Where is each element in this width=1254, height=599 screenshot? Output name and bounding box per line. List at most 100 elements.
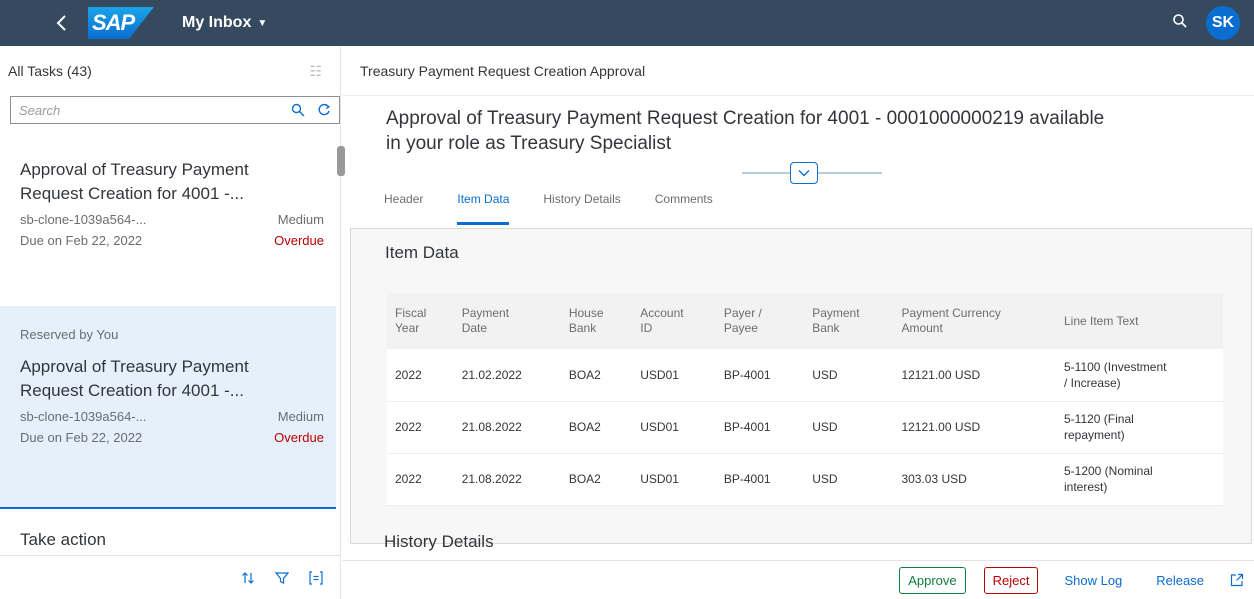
tab-item-data[interactable]: Item Data [457,192,510,225]
cell-account-id: USD01 [632,401,716,454]
task-id: sb-clone-1039a564-... [20,212,147,227]
reserved-label: Reserved by You [20,327,119,342]
master-header: All Tasks (43) ☷ [0,46,340,96]
detail-header: Treasury Payment Request Creation Approv… [342,46,1254,96]
app-title-menu[interactable]: My Inbox ▼ [182,14,267,32]
group-icon[interactable] [309,570,323,585]
list-item-selected[interactable]: Reserved by You Approval of Treasury Pay… [0,306,336,509]
app-title: My Inbox [182,14,252,31]
task-title: Approval of Treasury Payment Request Cre… [20,158,324,206]
column-header: House Bank [560,293,633,349]
search-placeholder: Search [19,102,61,118]
tab-history-details[interactable]: History Details [543,192,620,225]
task-title: Approval of Treasury Payment Request Cre… [20,355,324,403]
task-due-date: Due on Feb 22, 2022 [20,430,143,445]
back-arrow-icon [56,15,66,31]
logo-text: SAP [92,10,135,35]
column-header: Payment Bank [804,293,894,349]
shell-search-button[interactable] [1172,13,1188,34]
sap-logo[interactable]: SAP [88,7,154,39]
search-input[interactable]: Search [10,96,340,124]
take-action-group: Take action [20,530,106,549]
item-data-section: Item Data Fiscal Year Payment Date House Ba… [350,228,1252,544]
cell-payment-date: 21.08.2022 [453,453,561,506]
cell-payer-payee: BP-4001 [715,349,805,402]
cell-amount: 303.03 USD [893,453,1056,506]
show-log-button[interactable]: Show Log [1056,567,1131,593]
cell-fiscal-year: 2022 [387,453,454,506]
cell-line-item-text: 5-1120 (Final repayment) [1055,401,1223,454]
cell-amount: 12121.00 USD [893,349,1056,402]
reject-button[interactable]: Reject [983,566,1039,594]
open-in-new-window-icon[interactable] [1230,573,1244,587]
shell-bar: SAP My Inbox ▼ SK [0,0,1254,46]
item-data-table: Fiscal Year Payment Date House Bank Account… [387,293,1223,506]
search-icon [1173,13,1187,28]
cell-payment-date: 21.08.2022 [453,401,561,454]
table-row[interactable]: 2022 21.08.2022 BOA2 USD01 BP-4001 USD 1… [387,401,1223,454]
task-status: Overdue [274,233,324,248]
master-list: All Tasks (43) ☷ Search Approval of Trea… [0,46,345,599]
release-button[interactable]: Release [1148,567,1212,593]
cell-payment-bank: USD [804,401,894,454]
task-title-line: Approval of Treasury Payment [20,357,249,376]
table-row[interactable]: 2022 21.02.2022 BOA2 USD01 BP-4001 USD 1… [387,349,1223,402]
history-details-title: History Details [384,532,494,551]
cell-fiscal-year: 2022 [387,349,454,402]
object-title-line: in your role as Treasury Specialist [386,133,672,154]
filter-icon[interactable] [275,571,289,585]
task-priority: Medium [277,409,324,424]
tab-comments[interactable]: Comments [655,192,713,225]
task-due-date: Due on Feb 22, 2022 [20,233,143,248]
sort-icon[interactable] [241,571,255,585]
cell-payment-bank: USD [804,349,894,402]
list-settings-icon[interactable]: ☷ [309,63,322,80]
table-row[interactable]: 2022 21.08.2022 BOA2 USD01 BP-4001 USD 3… [387,453,1223,506]
cell-line-item-text: 5-1200 (Nominal interest) [1055,453,1223,506]
cell-payment-date: 21.02.2022 [453,349,561,402]
cell-fiscal-year: 2022 [387,401,454,454]
column-header: Fiscal Year [387,293,454,349]
cell-payer-payee: BP-4001 [715,401,805,454]
tab-bar: Header Item Data History Details Comment… [384,192,713,225]
back-button[interactable] [42,0,82,46]
table-header-row: Fiscal Year Payment Date House Bank Account… [387,293,1223,349]
refresh-icon[interactable] [317,103,331,117]
master-footer [0,555,341,599]
task-status: Overdue [274,430,324,445]
cell-line-item-text: 5-1100 (Investment / Increase) [1055,349,1223,402]
footer-toolbar: Approve Reject Show Log Release [342,560,1254,599]
tab-header[interactable]: Header [384,192,423,225]
collapse-header-button[interactable] [790,162,818,184]
search-icon[interactable] [291,103,305,117]
cell-amount: 12121.00 USD [893,401,1056,454]
avatar-initials: SK [1211,14,1235,31]
column-header: Payer / Payee [715,293,805,349]
cell-account-id: USD01 [632,453,716,506]
task-title-line: Approval of Treasury Payment [20,160,249,179]
object-title: Approval of Treasury Payment Request Cre… [386,106,1226,156]
caret-down-icon: ▼ [257,17,268,29]
cell-payer-payee: BP-4001 [715,453,805,506]
detail-page: Treasury Payment Request Creation Approv… [342,46,1254,599]
approve-button[interactable]: Approve [899,566,966,594]
column-header: Account ID [632,293,716,349]
object-title-line: Approval of Treasury Payment Request Cre… [386,108,1105,129]
section-title: Item Data [385,243,459,262]
cell-payment-bank: USD [804,453,894,506]
column-header: Line Item Text [1055,293,1223,349]
cell-house-bank: BOA2 [560,401,633,454]
cell-house-bank: BOA2 [560,349,633,402]
all-tasks-title: All Tasks (43) [8,63,92,79]
column-header: Payment Currency Amount [893,293,1056,349]
cell-account-id: USD01 [632,349,716,402]
task-title-line: Request Creation for 4001 -... [20,381,244,400]
cell-house-bank: BOA2 [560,453,633,506]
list-item[interactable]: Approval of Treasury Payment Request Cre… [0,146,336,291]
avatar[interactable]: SK [1206,6,1240,40]
task-title-line: Request Creation for 4001 -... [20,184,244,203]
task-id: sb-clone-1039a564-... [20,409,147,424]
task-priority: Medium [277,212,324,227]
column-header: Payment Date [453,293,561,349]
chevron-down-icon [798,170,810,177]
